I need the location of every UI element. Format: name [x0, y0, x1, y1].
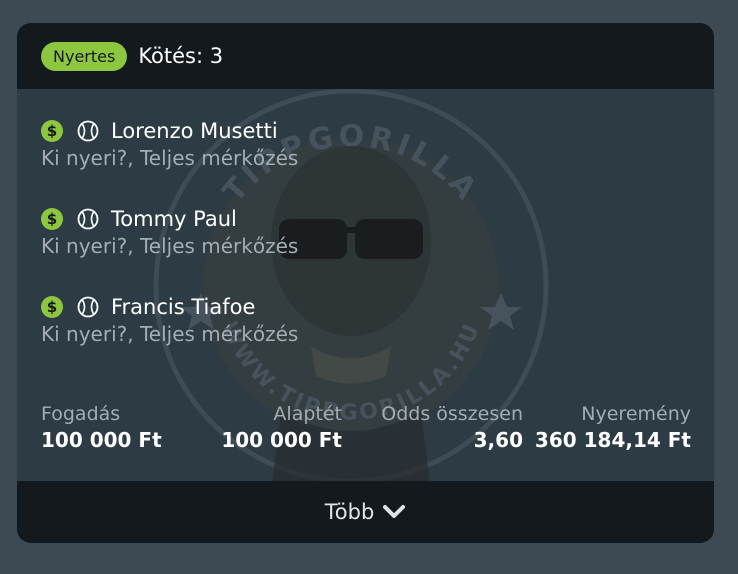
card-header: Nyertes Kötés: 3 — [17, 23, 714, 89]
base-stake-stat: Alaptét 100 000 Ft — [221, 401, 342, 453]
dollar-icon: $ — [41, 208, 63, 230]
stake-label: Fogadás — [41, 403, 121, 425]
stake-value: 100 000 Ft — [41, 428, 162, 452]
total-odds-value: 3,60 — [473, 428, 523, 452]
player-name: Lorenzo Musetti — [111, 119, 278, 143]
selection-item: $ Lorenzo Musetti Ki nyeri?, Teljes mérk… — [41, 118, 681, 206]
player-name: Tommy Paul — [111, 207, 237, 231]
stake-stat: Fogadás 100 000 Ft — [41, 401, 162, 453]
selection-item: $ Tommy Paul Ki nyeri?, Teljes mérkőzés — [41, 206, 681, 294]
dollar-icon: $ — [41, 296, 63, 318]
more-button[interactable]: Több — [17, 481, 714, 543]
selection-item: $ Francis Tiafoe Ki nyeri?, Teljes mérkő… — [41, 294, 681, 382]
total-odds-stat: Odds összesen 3,60 — [381, 401, 523, 453]
selection-list: $ Lorenzo Musetti Ki nyeri?, Teljes mérk… — [41, 118, 681, 382]
bet-slip-card: TIPPGORILLA WWW.TIPPGORILLA.HU Nyertes K… — [17, 23, 714, 543]
player-name: Francis Tiafoe — [111, 295, 256, 319]
base-stake-value: 100 000 Ft — [221, 428, 342, 452]
winnings-label: Nyeremény — [581, 403, 691, 425]
market-label: Ki nyeri?, Teljes mérkőzés — [41, 234, 299, 258]
total-odds-label: Odds összesen — [381, 403, 523, 425]
winnings-stat: Nyeremény 360 184,14 Ft — [535, 401, 691, 453]
dollar-icon: $ — [41, 120, 63, 142]
base-stake-label: Alaptét — [273, 403, 342, 425]
bet-summary: Fogadás 100 000 Ft Alaptét 100 000 Ft Od… — [41, 401, 691, 457]
status-badge: Nyertes — [41, 41, 128, 71]
market-label: Ki nyeri?, Teljes mérkőzés — [41, 146, 299, 170]
tennis-ball-icon — [77, 120, 99, 142]
tennis-ball-icon — [77, 296, 99, 318]
winnings-value: 360 184,14 Ft — [534, 428, 691, 452]
tennis-ball-icon — [77, 208, 99, 230]
bet-count-title: Kötés: 3 — [138, 44, 224, 68]
more-label: Több — [324, 500, 375, 524]
market-label: Ki nyeri?, Teljes mérkőzés — [41, 322, 299, 346]
chevron-down-icon — [382, 504, 406, 520]
